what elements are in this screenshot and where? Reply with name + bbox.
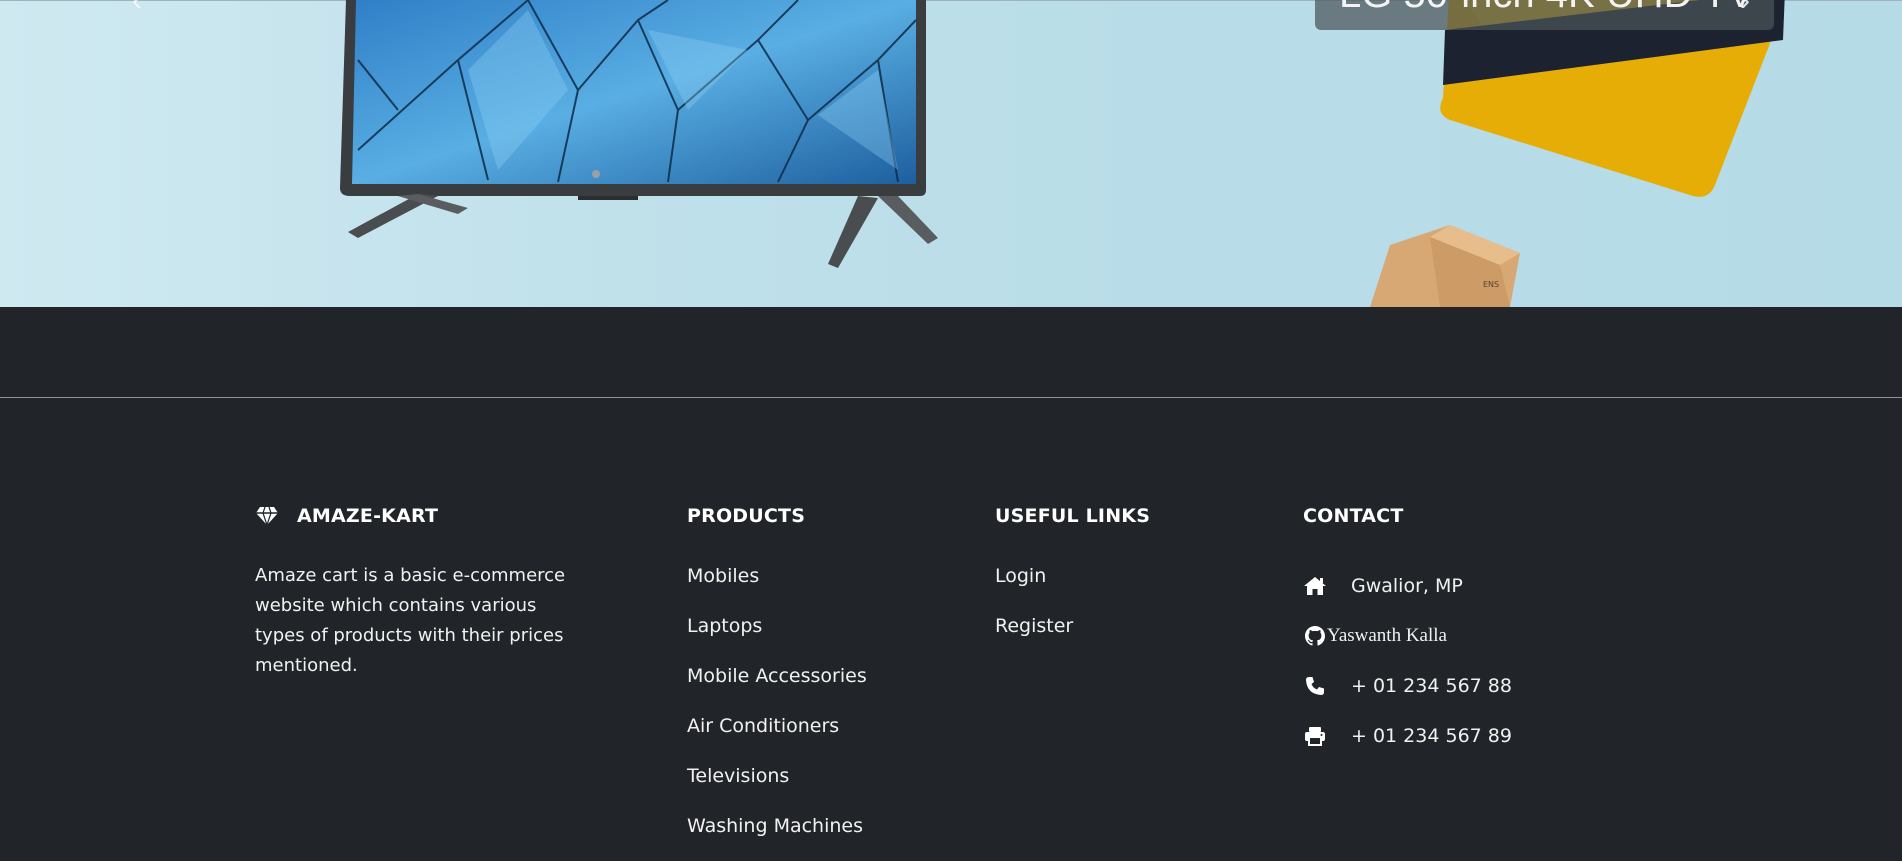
product-link-mobile-accessories[interactable]: Mobile Accessories — [687, 665, 867, 687]
contact-phone-text: + 01 234 567 88 — [1351, 675, 1512, 697]
contact-fax: + 01 234 567 89 — [1303, 711, 1633, 761]
list-item: Televisions — [687, 761, 967, 811]
list-item: Mobiles — [687, 561, 967, 611]
footer-products-section: PRODUCTS Mobiles Laptops Mobile Accessor… — [687, 503, 967, 861]
gem-icon — [256, 506, 278, 526]
contact-address: Gwalior, MP — [1303, 561, 1633, 611]
contact-heading: CONTACT — [1303, 505, 1404, 527]
github-icon — [1303, 625, 1327, 647]
contact-address-text: Gwalior, MP — [1351, 575, 1463, 597]
contact-github[interactable]: Yaswanth Kalla — [1303, 611, 1633, 661]
products-list: Mobiles Laptops Mobile Accessories Air C… — [687, 561, 967, 861]
brand-name: AMAZE-KART — [297, 505, 439, 527]
phone-icon — [1303, 675, 1327, 697]
product-link-air-conditioners[interactable]: Air Conditioners — [687, 715, 839, 737]
products-heading: PRODUCTS — [687, 505, 806, 527]
contact-phone: + 01 234 567 88 — [1303, 661, 1633, 711]
login-link[interactable]: Login — [995, 565, 1046, 587]
list-item: Laptops — [687, 611, 967, 661]
useful-links-list: Login Register — [995, 561, 1275, 661]
credit-card-image — [1440, 0, 1785, 197]
useful-links-heading: USEFUL LINKS — [995, 505, 1151, 527]
footer-divider — [0, 397, 1902, 398]
product-link-laptops[interactable]: Laptops — [687, 615, 762, 637]
list-item: Register — [995, 611, 1275, 661]
shipping-box-image: ENS — [1370, 225, 1520, 307]
brand-heading: AMAZE-KART — [255, 503, 595, 529]
contact-list: Gwalior, MP Yaswanth Kalla + 01 234 567 … — [1303, 561, 1633, 761]
footer-brand-section: AMAZE-KART Amaze cart is a basic e-comme… — [255, 503, 595, 699]
carousel-caption: LG 50-inch 4K UHD TV — [1315, 0, 1774, 30]
list-item: Login — [995, 561, 1275, 611]
product-link-washing-machines[interactable]: Washing Machines — [687, 815, 863, 837]
footer-useful-links-section: USEFUL LINKS Login Register — [995, 503, 1275, 661]
carousel-prev-button[interactable]: ‹ — [132, 0, 160, 20]
footer-contact-section: CONTACT Gwalior, MP Yaswanth Kalla + 01 … — [1303, 503, 1633, 761]
tv-product-image — [340, 0, 938, 268]
contact-fax-text: + 01 234 567 89 — [1351, 725, 1512, 747]
print-icon — [1303, 725, 1327, 747]
github-link-text[interactable]: Yaswanth Kalla — [1327, 621, 1447, 651]
list-item: Air Conditioners — [687, 711, 967, 761]
product-link-televisions[interactable]: Televisions — [687, 765, 789, 787]
register-link[interactable]: Register — [995, 615, 1073, 637]
svg-text:ENS: ENS — [1483, 280, 1499, 289]
product-link-mobiles[interactable]: Mobiles — [687, 565, 759, 587]
list-item: Washing Machines — [687, 811, 967, 861]
list-item: Mobile Accessories — [687, 661, 967, 711]
brand-description: Amaze cart is a basic e-commerce website… — [255, 565, 566, 676]
home-icon — [1303, 575, 1327, 597]
carousel-next-button[interactable]: › — [1740, 0, 1768, 20]
product-carousel: ENS LG 50-inch 4K UHD TV ‹ › — [0, 0, 1902, 307]
